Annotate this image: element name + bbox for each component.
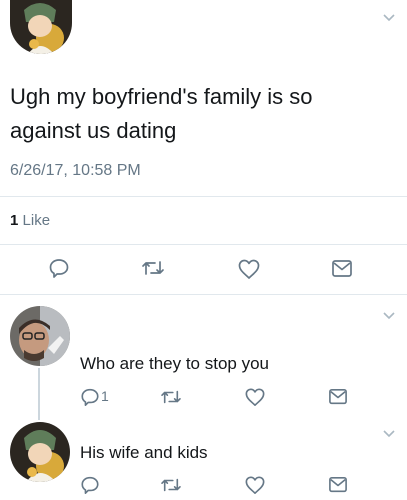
share-icon[interactable]: [328, 388, 348, 406]
reply-icon[interactable]: [48, 257, 70, 279]
avatar-main-author[interactable]: [10, 0, 72, 54]
retweet-icon[interactable]: [160, 388, 182, 406]
share-icon[interactable]: [328, 476, 348, 494]
retweet-icon[interactable]: [160, 476, 182, 494]
divider: [0, 294, 407, 295]
reply-text: Who are they to stop you: [80, 354, 269, 373]
like-icon[interactable]: [244, 387, 266, 407]
tweet-text: Ugh my boyfriend's family is so against …: [10, 80, 400, 148]
tweet-text-line: Ugh my boyfriend's family is so: [10, 84, 313, 109]
reply-icon[interactable]: [80, 387, 100, 407]
reply-count: 1: [101, 388, 109, 404]
chevron-down-icon[interactable]: [382, 10, 396, 22]
chevron-down-icon[interactable]: [382, 426, 396, 438]
likes-count: 1: [10, 212, 19, 229]
retweet-icon[interactable]: [141, 258, 165, 278]
likes-label: Like: [22, 212, 51, 229]
tweet-text-line: against us dating: [10, 118, 177, 143]
like-icon[interactable]: [244, 475, 266, 495]
like-icon[interactable]: [237, 258, 261, 280]
thread-line: [38, 368, 40, 420]
tweet-timestamp[interactable]: 6/26/17, 10:58 PM: [10, 162, 141, 180]
divider: [0, 244, 407, 245]
reply-icon[interactable]: [80, 475, 100, 495]
avatar-reply2-author[interactable]: [10, 422, 70, 482]
divider: [0, 196, 407, 197]
avatar-reply1-author[interactable]: [10, 306, 70, 366]
chevron-down-icon[interactable]: [382, 308, 396, 320]
likes-summary[interactable]: 1 Like: [10, 212, 50, 229]
share-icon[interactable]: [331, 259, 353, 279]
reply-text: His wife and kids: [80, 443, 208, 462]
